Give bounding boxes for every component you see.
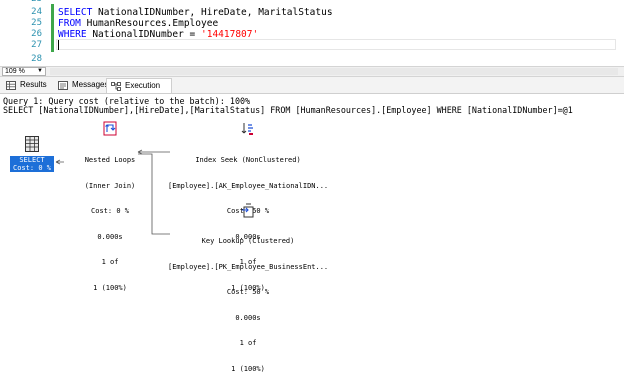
execution-plan-canvas[interactable]: SELECT Cost: 0 % Nested Loops (Inner Joi… (0, 116, 624, 373)
key-lookup-node[interactable]: Key Lookup (Clustered) [Employee].[PK_Em… (168, 220, 328, 390)
operator-cost: Cost: 0 % (91, 207, 129, 215)
operator-cost: Cost: 50 % (226, 288, 270, 296)
grid-icon (6, 81, 16, 90)
zoom-dropdown[interactable]: 109 % ▼ (2, 67, 46, 76)
code-line[interactable]: SELECT NationalIDNumber, HireDate, Marit… (58, 7, 333, 18)
key-lookup-icon[interactable] (241, 203, 255, 218)
operator-object: [Employee].[PK_Employee_BusinessEnt... (168, 262, 329, 271)
select-operator-icon[interactable] (25, 136, 39, 152)
line-number: 27 (31, 40, 42, 50)
operator-time: 0.000s (235, 313, 261, 322)
operator-time: 0.000s (97, 232, 123, 241)
text-caret (58, 40, 59, 50)
operator-name: Key Lookup (Clustered) (201, 237, 295, 245)
code-line[interactable]: FROM HumanResources.Employee (58, 18, 218, 29)
nested-loops-icon[interactable] (103, 121, 117, 136)
operator-rows-percent: 1 (100%) (231, 364, 265, 373)
operator-object: [Employee].[AK_Employee_NationalIDN... (168, 181, 329, 190)
horizontal-scrollbar[interactable] (50, 68, 618, 75)
tab-execution-plan[interactable]: Execution plan (106, 78, 172, 104)
select-node-label[interactable]: SELECT Cost: 0 % (10, 156, 54, 172)
tab-label: Messages (72, 80, 109, 89)
query-editor[interactable]: 23 24 25 26 27 28 SELECT NationalIDNumbe… (0, 0, 624, 66)
index-seek-icon[interactable] (241, 121, 255, 136)
execution-plan-icon (111, 82, 121, 91)
operator-name: Index Seek (NonClustered) (195, 156, 301, 164)
sql-text: HumanResources.Employee (80, 18, 219, 29)
plan-query-header: Query 1: Query cost (relative to the bat… (0, 94, 624, 116)
current-line-highlight (56, 39, 616, 50)
tab-messages[interactable]: Messages (54, 78, 109, 93)
sql-keyword: SELECT (58, 7, 93, 18)
sql-text: NationalIDNumber, HireDate, MaritalStatu… (92, 7, 333, 18)
query-text: SELECT [NationalIDNumber],[HireDate],[Ma… (3, 105, 573, 115)
line-number: 28 (31, 54, 42, 64)
line-number: 25 (31, 18, 42, 28)
line-number: 26 (31, 29, 42, 39)
zoom-value: 109 % (5, 68, 25, 75)
nested-loops-node[interactable]: Nested Loops (Inner Join) Cost: 0 % 0.00… (60, 139, 160, 309)
line-number: 23 (2, 0, 42, 5)
sql-keyword: FROM (58, 18, 81, 29)
operator-rows: 1 of (239, 339, 257, 347)
select-node-cost: Cost: 0 % (13, 164, 51, 172)
line-number-gutter: 23 24 25 26 27 28 (0, 0, 46, 66)
line-number: 24 (31, 7, 42, 17)
select-node-name: SELECT (19, 156, 45, 164)
tab-results[interactable]: Results (2, 78, 52, 93)
operator-rows: 1 of (101, 258, 119, 266)
editor-status-bar: 109 % ▼ (0, 66, 624, 77)
results-tab-strip: Results Messages Execution plan (0, 77, 624, 104)
operator-rows-percent: 1 (100%) (93, 283, 127, 292)
tab-label: Results (20, 80, 47, 89)
operator-name: Nested Loops (84, 156, 136, 164)
chevron-down-icon: ▼ (37, 68, 43, 74)
messages-icon (58, 81, 68, 90)
operator-subtitle: (Inner Join) (84, 181, 136, 190)
change-indicator-bar (51, 4, 54, 52)
